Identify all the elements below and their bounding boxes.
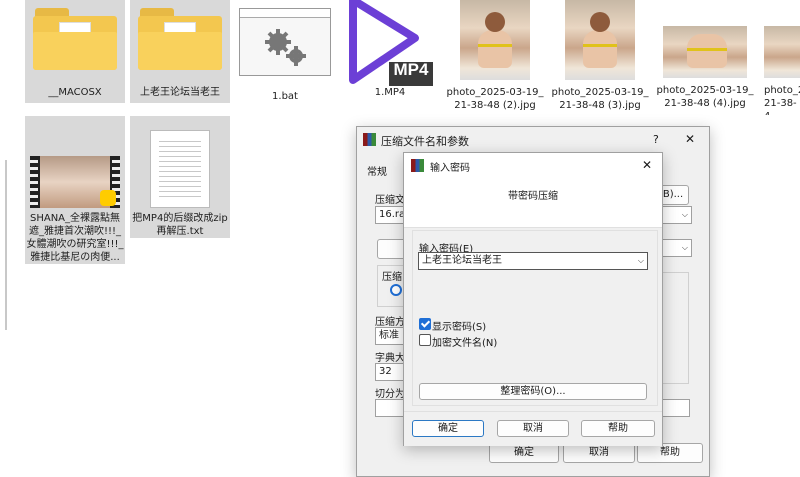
password-cancel-button[interactable]: 取消 — [497, 420, 569, 437]
archive-cancel-button[interactable]: 取消 — [563, 443, 635, 463]
split-label: 切分为 — [375, 389, 405, 400]
file-item-photo-4[interactable]: photo_2025-03-19_ 21-38-48 (4).jpg — [655, 0, 755, 115]
archive-name-label: 压缩文 — [375, 195, 405, 206]
video-thumbnail — [30, 156, 120, 208]
file-name: photo_20 21-38-4 — [764, 85, 800, 115]
photo-thumbnail — [764, 26, 800, 78]
file-name: photo_2025-03-19_ 21-38-48 (4).jpg — [656, 85, 754, 109]
folder-icon — [138, 8, 222, 70]
file-item-macosx[interactable]: __MACOSX — [25, 0, 125, 103]
chevron-down-icon: ⌵ — [681, 210, 688, 219]
archive-dialog-titlebar: 压缩文件名和参数 ? ✕ — [357, 127, 709, 153]
password-dialog: 输入密码 ✕ 带密码压缩 输入密码(E) 上老王论坛当老王 ⌵ 显示密码(S) … — [403, 152, 663, 446]
show-password-checkbox[interactable] — [419, 318, 431, 330]
password-dialog-heading: 带密码压缩 — [508, 191, 558, 202]
file-name: photo_2025-03-19_ 21-38-48 (2).jpg — [446, 87, 544, 111]
file-item-photo-5[interactable]: photo_20 21-38-4 — [760, 0, 800, 115]
file-name: SHANA_全裸露點無 遮_雅捷首次潮吹!!!_ 女體潮吹の研究室!!!_ 雅捷… — [26, 213, 124, 263]
file-name: photo_2025-03-19_ 21-38-48 (3).jpg — [551, 87, 649, 111]
show-password-label: 显示密码(S) — [432, 322, 487, 333]
archive-help-button[interactable]: 帮助 — [637, 443, 703, 463]
encrypt-names-label: 加密文件名(N) — [432, 338, 498, 349]
file-name: 把MP4的后缀改成zip 再解压.txt — [132, 213, 228, 237]
file-item-photo-2[interactable]: photo_2025-03-19_ 21-38-48 (2).jpg — [445, 0, 545, 115]
file-item-folder-laowang[interactable]: 上老王论坛当老王 — [130, 0, 230, 103]
photo-thumbnail — [460, 0, 530, 80]
password-input[interactable]: 上老王论坛当老王 ⌵ — [418, 252, 648, 270]
split-input[interactable] — [375, 399, 406, 417]
organize-passwords-button[interactable]: 整理密码(O)... — [419, 383, 647, 400]
password-dialog-header: 带密码压缩 — [404, 179, 662, 228]
file-name: 上老王论坛当老王 — [140, 87, 220, 98]
file-name: __MACOSX — [48, 87, 102, 98]
file-item-photo-3[interactable]: photo_2025-03-19_ 21-38-48 (3).jpg — [550, 0, 650, 115]
file-name: 1.bat — [272, 91, 298, 102]
dict-select[interactable]: 32 — [375, 363, 406, 381]
file-item-txt[interactable]: 把MP4的后缀改成zip 再解压.txt — [130, 116, 230, 238]
file-item-bat[interactable]: 1.bat — [235, 0, 335, 103]
file-name: 1.MP4 — [374, 87, 406, 98]
text-file-icon — [150, 130, 210, 208]
chevron-down-icon: ⌵ — [637, 256, 644, 265]
archive-ok-button[interactable]: 确定 — [489, 443, 559, 463]
file-item-mp4[interactable]: MP4 1.MP4 — [340, 0, 440, 103]
file-item-video-shana[interactable]: SHANA_全裸露點無 遮_雅捷首次潮吹!!!_ 女體潮吹の研究室!!!_ 雅捷… — [25, 116, 125, 264]
format-radio[interactable] — [390, 284, 402, 296]
winrar-icon — [411, 159, 424, 172]
close-icon[interactable]: ✕ — [642, 158, 652, 172]
photo-thumbnail — [663, 26, 747, 78]
help-icon[interactable]: ? — [653, 133, 659, 146]
tab-general[interactable]: 常规 — [367, 163, 387, 178]
password-help-button[interactable]: 帮助 — [581, 420, 655, 437]
password-dialog-titlebar: 输入密码 ✕ — [404, 153, 662, 179]
format-label: 压缩 — [382, 272, 402, 283]
chevron-down-icon: ⌵ — [681, 243, 688, 252]
dict-label: 字典大 — [375, 353, 405, 364]
password-dialog-title: 输入密码 — [430, 163, 470, 174]
player-badge-icon — [100, 190, 116, 206]
winrar-icon — [363, 133, 376, 146]
archive-dialog-title: 压缩文件名和参数 — [381, 135, 469, 148]
folder-icon — [33, 8, 117, 70]
photo-thumbnail — [565, 0, 635, 80]
gear-icon — [239, 8, 331, 76]
method-select[interactable]: 标准 — [375, 327, 406, 345]
close-icon[interactable]: ✕ — [685, 132, 695, 146]
scrollbar[interactable] — [5, 160, 7, 330]
play-icon: MP4 — [345, 0, 435, 86]
password-ok-button[interactable]: 确定 — [412, 420, 484, 437]
method-label: 压缩方 — [375, 317, 405, 328]
encrypt-names-checkbox[interactable] — [419, 334, 431, 346]
mp4-badge: MP4 — [393, 60, 429, 79]
